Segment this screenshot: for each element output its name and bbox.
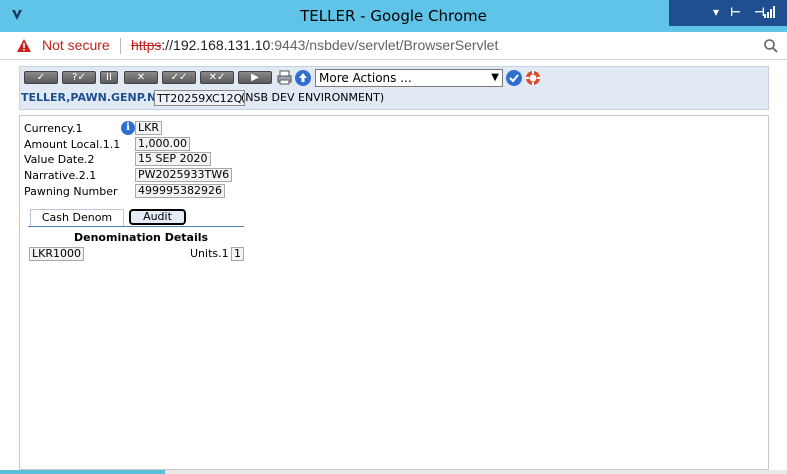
transaction-id-field[interactable]: TT20259XC12Q [154, 90, 246, 106]
zoom-icon[interactable] [763, 38, 779, 54]
pawning-number-field[interactable]: 499995382926 [135, 184, 225, 198]
currency-field[interactable]: LKR [135, 121, 162, 135]
signal-icon [764, 6, 775, 18]
url-text[interactable]: https://192.168.131.10:9443/nsbdev/servl… [131, 37, 498, 53]
window-titlebar: TELLER - Google Chrome ▾ ⊢ ⊣ [0, 0, 787, 32]
chevron-down-icon: ▼ [491, 72, 499, 83]
url-path: :9443/nsbdev/servlet/BrowserServlet [270, 37, 499, 53]
transaction-toolbar: ✓ ?✓ II ✕ ✓✓ ✕✓ ▶ More Actions ... ▼ TEL… [19, 66, 769, 110]
address-separator [120, 38, 121, 54]
narrative-field[interactable]: PW2025933TW6 [135, 168, 233, 182]
taskbar-progress [0, 470, 165, 474]
denomination-details-heading: Denomination Details [74, 231, 209, 244]
next-button[interactable]: ▶ [238, 71, 272, 84]
pin-icon[interactable]: ⊢ [730, 5, 741, 19]
not-secure-label[interactable]: Not secure [42, 37, 110, 53]
go-check-icon[interactable] [506, 70, 522, 86]
upload-icon[interactable] [295, 70, 311, 86]
field-label: Narrative.2.1 [24, 169, 97, 182]
validate-button[interactable]: ?✓ [62, 71, 96, 84]
info-icon[interactable]: i [121, 121, 135, 135]
address-bar[interactable]: Not secure https://192.168.131.10:9443/n… [0, 32, 787, 60]
commit-button[interactable]: ✓ [24, 71, 58, 84]
denomination-code-field[interactable]: LKR1000 [29, 247, 84, 261]
value-date-field[interactable]: 15 SEP 2020 [135, 152, 211, 166]
field-label: Currency.1 [24, 122, 83, 135]
print-icon[interactable] [277, 70, 292, 85]
page-viewport: ✓ ?✓ II ✕ ✓✓ ✕✓ ▶ More Actions ... ▼ TEL… [0, 60, 787, 470]
field-label: Value Date.2 [24, 153, 95, 166]
more-actions-label: More Actions ... [319, 71, 412, 85]
tab-strip: Cash Denom Audit [28, 209, 244, 227]
more-actions-select[interactable]: More Actions ... ▼ [315, 69, 503, 87]
reverse-button[interactable]: ✕✓ [200, 71, 234, 84]
bottom-strip [0, 470, 787, 474]
units-field[interactable]: 1 [231, 247, 244, 261]
field-label: Amount Local.1.1 [24, 138, 121, 151]
authorise-button[interactable]: ✓✓ [162, 71, 196, 84]
url-scheme: https [131, 37, 162, 53]
warning-icon[interactable] [16, 38, 32, 53]
minimize-icon[interactable]: ▾ [713, 5, 719, 19]
help-lifebuoy-icon[interactable] [525, 70, 541, 86]
units-label: Units.1 [190, 247, 229, 260]
application-version-label: TELLER,PAWN.GENP.NSB [21, 91, 173, 104]
delete-button[interactable]: ✕ [124, 71, 158, 84]
hold-button[interactable]: II [100, 71, 118, 84]
tab-cash-denom[interactable]: Cash Denom [30, 209, 124, 226]
amount-local-field[interactable]: 1,000.00 [135, 137, 190, 151]
transaction-form: Currency.1 i LKR Amount Local.1.1 1,000.… [19, 115, 769, 470]
field-label: Pawning Number [24, 185, 118, 198]
environment-label: (NSB DEV ENVIRONMENT) [241, 91, 385, 104]
url-host: ://192.168.131.10 [161, 37, 271, 53]
tab-audit[interactable]: Audit [129, 209, 186, 225]
window-controls: ▾ ⊢ ⊣ [669, 0, 787, 26]
